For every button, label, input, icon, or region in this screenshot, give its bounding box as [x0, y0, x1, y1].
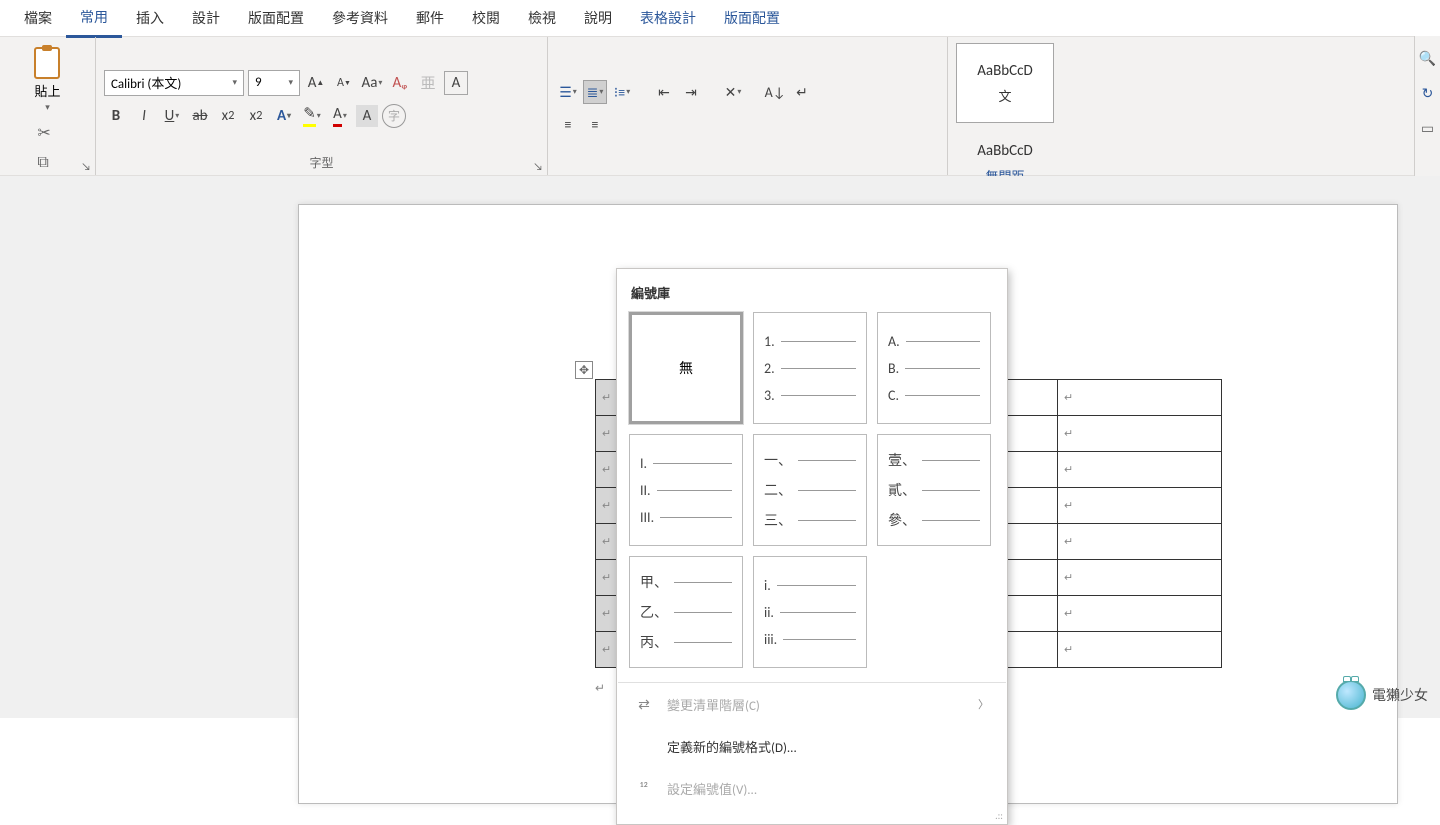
clear-formatting-icon[interactable]: Aᵩ — [388, 71, 412, 95]
bold-icon[interactable]: B — [104, 104, 128, 128]
subscript-icon[interactable]: x2 — [216, 104, 240, 128]
group-label-font: 字型 — [104, 154, 539, 173]
menu-change-list-level: ⇄ 變更清單階層(C) 〉 — [617, 683, 1007, 725]
grow-font-icon[interactable]: A▲ — [304, 71, 328, 95]
tab-review[interactable]: 校閱 — [458, 0, 514, 36]
tab-file[interactable]: 檔案 — [10, 0, 66, 36]
indent-icon: ⇄ — [635, 696, 653, 713]
show-marks-icon[interactable]: ↵ — [790, 80, 814, 104]
numbering-thumb[interactable]: 1.2.3. — [753, 312, 867, 424]
numbering-thumb[interactable]: 壹、貳、參、 — [877, 434, 991, 546]
numbering-gallery-popup: 編號庫 無1.2.3.A.B.C. I.II.III.一、二、三、壹、貳、參、甲、… — [616, 268, 1008, 825]
italic-icon[interactable]: I — [132, 104, 156, 128]
tab-insert[interactable]: 插入 — [122, 0, 178, 36]
table-cell[interactable]: ↵ — [1058, 488, 1222, 524]
table-cell[interactable]: ↵ — [1058, 596, 1222, 632]
font-name-combo[interactable]: Calibri (本文)▾ — [104, 70, 244, 96]
sort-icon[interactable]: A↓ — [763, 80, 787, 104]
chevron-right-icon: 〉 — [978, 696, 989, 712]
asian-sort-icon[interactable]: ✕▾ — [721, 80, 745, 104]
ribbon: 貼上 ▾ ✂ ⧉ 🖌 剪貼簿 ↘ Calibri (本文)▾ 9▾ A▲ A▼ … — [0, 36, 1440, 176]
enclose-characters-icon[interactable]: A — [444, 71, 468, 95]
numbering-icon[interactable]: ≣▾ — [583, 80, 607, 104]
char-shading-icon[interactable]: A — [356, 105, 378, 127]
highlight-icon[interactable]: ✎▾ — [300, 104, 324, 128]
tab-layout[interactable]: 版面配置 — [234, 0, 318, 36]
group-paragraph: ☰▾ ≣▾ ⁝≡▾ ⇤ ⇥ ✕▾ A↓ ↵ ≡ ≡ — [548, 37, 948, 175]
group-styles: AaBbCcD 文 AaBbCcD 無間距 AaBl 標題 1 AaBl 標題 … — [948, 37, 1440, 175]
decrease-indent-icon[interactable]: ⇤ — [652, 80, 676, 104]
table-cell[interactable]: ↵ — [1058, 632, 1222, 668]
paragraph-mark: ↵ — [595, 681, 605, 696]
numbering-gallery: 無1.2.3.A.B.C. I.II.III.一、二、三、壹、貳、參、甲、乙、丙、… — [617, 308, 1007, 682]
tab-table-layout[interactable]: 版面配置 — [710, 0, 794, 36]
tab-view[interactable]: 檢視 — [514, 0, 570, 36]
right-sidebar-tools: 🔍 ↻ ▭ — [1414, 36, 1440, 176]
paste-button[interactable]: 貼上 ▾ — [30, 43, 64, 117]
increase-indent-icon[interactable]: ⇥ — [679, 80, 703, 104]
menu-define-new-number-format[interactable]: 定義新的編號格式(D)... — [617, 725, 1007, 767]
tab-design[interactable]: 設計 — [178, 0, 234, 36]
clipboard-icon — [34, 47, 60, 79]
document-area: ✥ ↵↵↵↵↵↵↵↵↵↵↵↵↵↵↵↵↵↵↵↵↵↵↵↵ ↵ 編號庫 無1.2.3.… — [0, 176, 1440, 718]
menu-tabs: 檔案 常用 插入 設計 版面配置 參考資料 郵件 校閱 檢視 說明 表格設計 版… — [0, 0, 1440, 36]
numbering-thumb[interactable]: 甲、乙、丙、 — [629, 556, 743, 668]
replace-icon[interactable]: ↻ — [1422, 85, 1434, 102]
clipboard-launcher-icon[interactable]: ↘ — [81, 160, 91, 173]
table-cell[interactable]: ↵ — [1058, 416, 1222, 452]
numbering-thumb[interactable]: i.ii.iii. — [753, 556, 867, 668]
font-size-combo[interactable]: 9▾ — [248, 70, 300, 96]
resize-grip-icon[interactable]: .:: — [617, 809, 1007, 824]
change-case-icon[interactable]: Aa▾ — [360, 71, 384, 95]
menu-set-numbering-value: ¹² 設定編號值(V)... — [617, 767, 1007, 809]
shrink-font-icon[interactable]: A▼ — [332, 71, 356, 95]
table-cell[interactable]: ↵ — [1058, 380, 1222, 416]
group-font: Calibri (本文)▾ 9▾ A▲ A▼ Aa▾ Aᵩ 亜 A B I U▾… — [96, 37, 548, 175]
watermark-mascot-icon — [1336, 680, 1366, 710]
text-effects-icon[interactable]: A▾ — [272, 104, 296, 128]
font-color-icon[interactable]: A▾ — [328, 104, 352, 128]
superscript-icon[interactable]: x2 — [244, 104, 268, 128]
numbering-thumb[interactable]: I.II.III. — [629, 434, 743, 546]
find-icon[interactable]: 🔍 — [1419, 50, 1436, 67]
table-move-handle-icon[interactable]: ✥ — [575, 361, 593, 379]
group-clipboard: 貼上 ▾ ✂ ⧉ 🖌 剪貼簿 ↘ — [0, 37, 96, 175]
set-value-icon: ¹² — [635, 780, 653, 797]
table-cell[interactable]: ↵ — [1058, 524, 1222, 560]
numbering-thumb[interactable]: A.B.C. — [877, 312, 991, 424]
style-item-normal[interactable]: AaBbCcD 文 — [956, 43, 1054, 123]
table-cell[interactable]: ↵ — [1058, 452, 1222, 488]
asian-layout-icon[interactable]: 字 — [382, 104, 406, 128]
phonetic-guide-icon[interactable]: 亜 — [416, 71, 440, 95]
align-center-icon[interactable]: ≡ — [583, 112, 607, 136]
multilevel-list-icon[interactable]: ⁝≡▾ — [610, 80, 634, 104]
font-launcher-icon[interactable]: ↘ — [533, 160, 543, 173]
numbering-thumb[interactable]: 無 — [629, 312, 743, 424]
tab-mailings[interactable]: 郵件 — [402, 0, 458, 36]
tab-help[interactable]: 說明 — [570, 0, 626, 36]
copy-icon[interactable]: ⧉ — [37, 153, 57, 172]
underline-icon[interactable]: U▾ — [160, 104, 184, 128]
tab-references[interactable]: 參考資料 — [318, 0, 402, 36]
tab-home[interactable]: 常用 — [66, 0, 122, 38]
select-icon[interactable]: ▭ — [1421, 120, 1434, 137]
numbering-thumb[interactable]: 一、二、三、 — [753, 434, 867, 546]
table-cell[interactable]: ↵ — [1058, 560, 1222, 596]
bullets-icon[interactable]: ☰▾ — [556, 80, 580, 104]
watermark: 電獺少女 — [1336, 680, 1428, 710]
align-left-icon[interactable]: ≡ — [556, 112, 580, 136]
strikethrough-icon[interactable]: ab — [188, 104, 212, 128]
cut-icon[interactable]: ✂ — [37, 123, 57, 143]
tab-table-design[interactable]: 表格設計 — [626, 0, 710, 36]
popup-title: 編號庫 — [617, 277, 1007, 308]
